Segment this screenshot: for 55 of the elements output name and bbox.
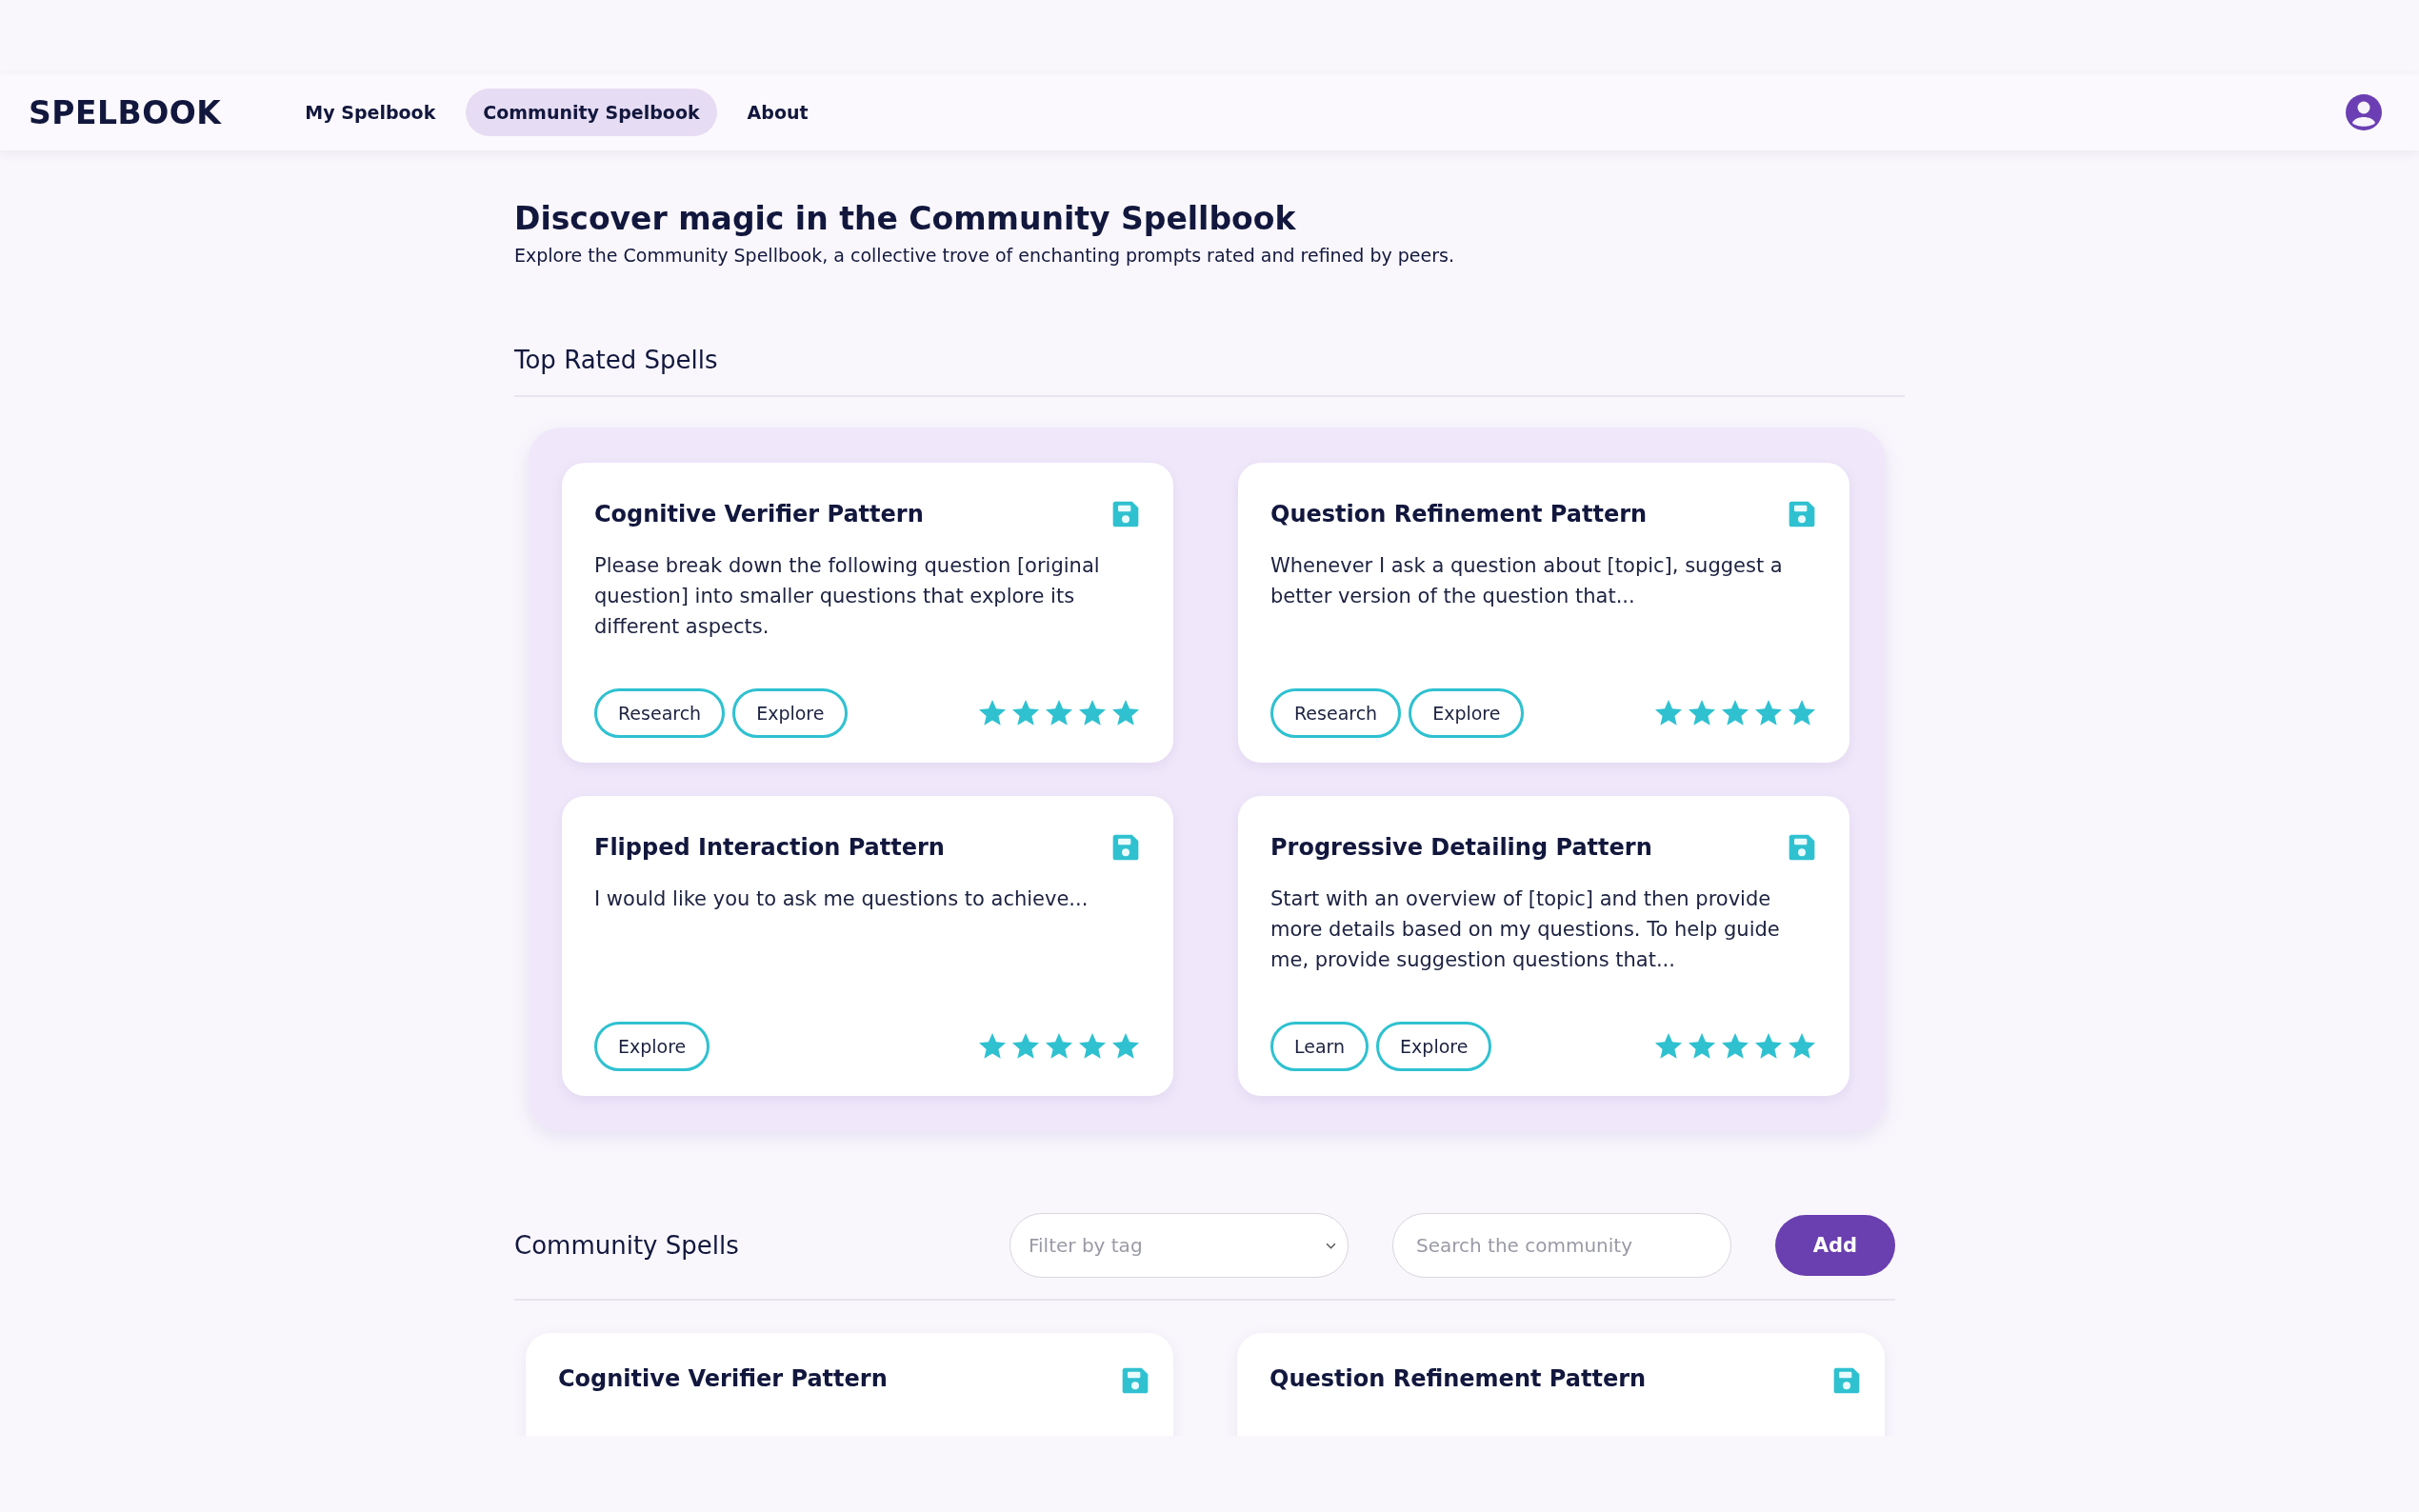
tag-chip[interactable]: Explore (1409, 688, 1525, 738)
star-icon (1110, 698, 1141, 728)
star-icon (1010, 698, 1041, 728)
save-icon[interactable] (1110, 499, 1141, 529)
star-icon (1653, 698, 1684, 728)
star-icon (1687, 1031, 1717, 1062)
spell-text: Whenever I ask a question about [topic], suggest a better version of the question that... (1270, 553, 1784, 609)
nav-tab[interactable]: My Spelbook (288, 89, 453, 136)
star-icon (1010, 1031, 1041, 1062)
section-heading: Community Spells (514, 1231, 739, 1260)
star-icon (1044, 698, 1074, 728)
tag-chip[interactable]: Research (1270, 688, 1402, 738)
add-button[interactable]: Add (1775, 1215, 1895, 1276)
star-icon (1720, 1031, 1750, 1062)
star-icon (977, 698, 1008, 728)
page-subtitle: Explore the Community Spellbook, a collective trove of enchanting prompts rated and refined by peers. (514, 245, 1455, 266)
spell-title: Cognitive Verifier Pattern (558, 1365, 888, 1392)
chevron-icon (1326, 1242, 1336, 1249)
tag-chip[interactable]: Research (594, 688, 726, 738)
star-icon (1787, 698, 1817, 728)
spell-text: Please break down the following question [original question] into smaller questions that explore its different aspects. (594, 553, 1101, 640)
star-icon (1077, 698, 1108, 728)
star-icon (1653, 1031, 1684, 1062)
logo[interactable]: SPELBOOK (29, 93, 222, 131)
star-icon (1077, 1031, 1108, 1062)
star-icon (977, 1031, 1008, 1062)
user-avatar-icon[interactable] (2345, 93, 2383, 131)
page-title: Discover magic in the Community Spellbook (514, 200, 1297, 237)
save-icon[interactable] (1120, 1365, 1150, 1396)
search-field[interactable]: Search the community (1392, 1213, 1731, 1278)
save-icon[interactable] (1787, 832, 1817, 863)
star-icon (1720, 698, 1750, 728)
tag-chip[interactable]: Explore (594, 1022, 710, 1071)
spell-title: Cognitive Verifier Pattern (594, 501, 924, 527)
star-icon (1753, 698, 1784, 728)
star-icon (1687, 698, 1717, 728)
star-icon (1753, 1031, 1784, 1062)
save-icon[interactable] (1110, 832, 1141, 863)
spell-title: Question Refinement Pattern (1270, 501, 1648, 527)
tag-chip[interactable]: Explore (1376, 1022, 1492, 1071)
save-icon[interactable] (1831, 1365, 1862, 1396)
save-icon[interactable] (1787, 499, 1817, 529)
spell-text: I would like you to ask me questions to achieve... (594, 886, 1090, 912)
spell-title: Progressive Detailing Pattern (1270, 834, 1652, 861)
tag-chip[interactable]: Explore (732, 688, 849, 738)
spell-text: Start with an overview of [topic] and then provide more details based on my questions. To help guide me, provide suggestion questions that... (1270, 886, 1781, 973)
nav-tab[interactable]: About (730, 89, 826, 136)
nav-tab[interactable]: Community Spelbook (466, 89, 717, 136)
section-heading: Top Rated Spells (514, 346, 719, 374)
star-icon (1044, 1031, 1074, 1062)
tag-chip[interactable]: Learn (1270, 1022, 1369, 1071)
star-icon (1110, 1031, 1141, 1062)
spell-title: Question Refinement Pattern (1269, 1365, 1647, 1392)
spell-title: Flipped Interaction Pattern (594, 834, 945, 861)
star-icon (1787, 1031, 1817, 1062)
